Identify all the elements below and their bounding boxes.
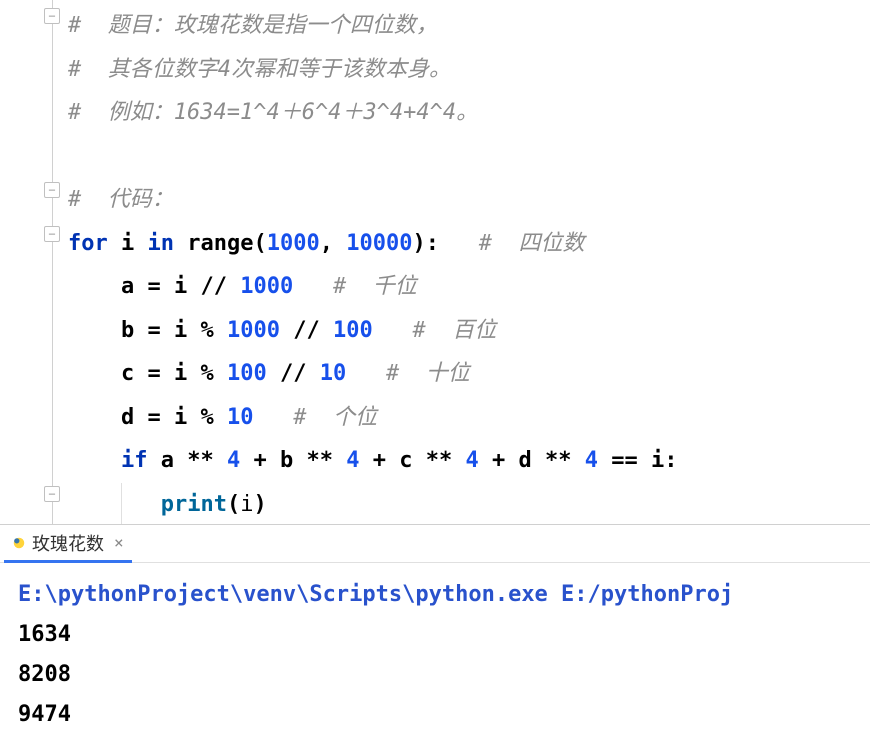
number-literal: 100 — [333, 318, 373, 343]
output-line: 9474 — [18, 702, 71, 727]
keyword-in: in — [148, 231, 175, 256]
comment: # 千位 — [333, 274, 417, 299]
variable: d — [121, 405, 134, 430]
fold-marker-collapse-icon[interactable]: − — [44, 182, 60, 198]
builtin-range: range — [187, 231, 253, 256]
output-line: 1634 — [18, 622, 71, 647]
builtin-print: print — [161, 492, 227, 517]
fold-marker-collapse-icon[interactable]: − — [44, 8, 60, 24]
keyword-for: for — [68, 231, 108, 256]
comment: # 例如：1634=1^4＋6^4＋3^4+4^4。 — [68, 100, 478, 125]
comment: # 代码： — [68, 187, 174, 212]
code-editor: − − − − # 题目：玫瑰花数是指一个四位数， # 其各位数字4次幂和等于该… — [0, 0, 870, 524]
mod-operator: % — [200, 405, 213, 430]
floordiv-operator: // — [293, 318, 320, 343]
fold-marker-collapse-icon[interactable]: − — [44, 226, 60, 242]
mod-operator: % — [200, 318, 213, 343]
python-icon — [12, 536, 26, 550]
code-content[interactable]: # 题目：玫瑰花数是指一个四位数， # 其各位数字4次幂和等于该数本身。 # 例… — [60, 0, 870, 524]
variable: i — [174, 274, 187, 299]
terminal-command: E:\pythonProject\venv\Scripts\python.exe… — [18, 582, 733, 607]
close-icon[interactable]: × — [114, 533, 124, 552]
variable: a — [121, 274, 134, 299]
number-literal: 100 — [227, 361, 267, 386]
editor-gutter: − − − − — [0, 0, 60, 524]
comment: # 题目：玫瑰花数是指一个四位数， — [68, 13, 438, 38]
comment: # 四位数 — [479, 231, 585, 256]
fold-marker-collapse-icon[interactable]: − — [44, 486, 60, 502]
output-line: 8208 — [18, 662, 71, 687]
keyword-if: if — [121, 448, 148, 473]
variable: b — [121, 318, 134, 343]
fold-guide-line — [52, 0, 53, 524]
number-literal: 10000 — [346, 231, 412, 256]
run-panel: 玫瑰花数 × E:\pythonProject\venv\Scripts\pyt… — [0, 524, 870, 750]
comment: # 个位 — [293, 405, 377, 430]
number-literal: 1000 — [267, 231, 320, 256]
run-tab[interactable]: 玫瑰花数 × — [4, 526, 132, 563]
number-literal: 1000 — [240, 274, 293, 299]
comment: # 百位 — [412, 318, 496, 343]
terminal-output[interactable]: E:\pythonProject\venv\Scripts\python.exe… — [0, 563, 870, 747]
floordiv-operator: // — [280, 361, 307, 386]
run-tab-bar: 玫瑰花数 × — [0, 525, 870, 563]
number-literal: 10 — [320, 361, 347, 386]
comment: # 其各位数字4次幂和等于该数本身。 — [68, 57, 451, 82]
run-tab-label: 玫瑰花数 — [32, 530, 104, 556]
variable: i — [174, 318, 187, 343]
variable: i — [174, 405, 187, 430]
variable: i — [121, 231, 134, 256]
mod-operator: % — [200, 361, 213, 386]
number-literal: 1000 — [227, 318, 280, 343]
variable: i — [174, 361, 187, 386]
number-literal: 10 — [227, 405, 254, 430]
comment: # 十位 — [386, 361, 470, 386]
floordiv-operator: // — [200, 274, 227, 299]
variable: c — [121, 361, 134, 386]
